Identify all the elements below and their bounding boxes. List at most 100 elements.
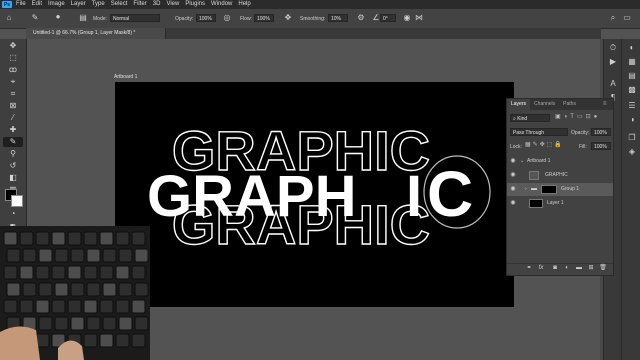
pressure-size-icon[interactable]: ◉ <box>402 13 412 23</box>
character-icon[interactable]: A <box>606 79 620 89</box>
flow-field[interactable]: 100% <box>254 14 274 22</box>
workspace-icon[interactable]: ▭ <box>622 13 632 23</box>
new-layer-icon[interactable]: ⊞ <box>587 264 595 273</box>
layer-row-artboard[interactable]: ◉ ⌄ Artboard 1 <box>507 155 613 168</box>
layer-name: GRAPHIC <box>545 172 568 178</box>
menu-file[interactable]: File <box>16 0 26 9</box>
menu-filter[interactable]: Filter <box>133 0 146 9</box>
background-color-swatch[interactable] <box>11 195 23 207</box>
keyboard-key <box>67 231 82 246</box>
smoothing-settings-icon[interactable]: ⚙ <box>356 13 366 23</box>
visibility-eye-icon[interactable]: ◉ <box>510 155 516 168</box>
angle-field[interactable]: 0° <box>380 14 396 22</box>
blend-mode-dropdown[interactable]: Pass Through <box>510 128 568 136</box>
home-icon[interactable]: ⌂ <box>4 13 14 23</box>
keyboard-key <box>38 248 53 263</box>
mode-dropdown[interactable]: Normal <box>110 14 160 22</box>
graphic-main-text: GRAPH <box>147 164 356 229</box>
menu-help[interactable]: Help <box>238 0 250 9</box>
visibility-eye-icon[interactable]: ◉ <box>510 169 516 182</box>
eyedropper-icon[interactable]: ⁄ <box>3 113 23 123</box>
swatches-icon[interactable]: ▦ <box>625 57 639 67</box>
layer-opacity-field[interactable]: 100% <box>591 128 611 136</box>
search-icon[interactable]: ⌕ <box>608 13 618 23</box>
brush-tool-icon[interactable]: ✎ <box>3 137 23 147</box>
fx-icon[interactable]: fx <box>537 264 545 273</box>
adjustments-icon[interactable]: ◑ <box>625 115 639 125</box>
healing-brush-icon[interactable]: ✚ <box>3 125 23 135</box>
trash-icon[interactable]: 🗑 <box>599 264 607 273</box>
pressure-opacity-icon[interactable]: ◎ <box>222 13 232 23</box>
dodge-tool-icon[interactable]: ◔ <box>3 209 23 219</box>
layer-row-graphic[interactable]: ◉ GRAPHIC <box>507 169 613 182</box>
menu-view[interactable]: View <box>166 0 179 9</box>
keyboard-key <box>19 265 34 280</box>
graphic-letter-c: C <box>427 158 473 230</box>
brush-tool-icon[interactable]: ✎ <box>30 13 40 23</box>
menu-image[interactable]: Image <box>48 0 65 9</box>
layer-mask-thumb[interactable] <box>541 185 557 194</box>
eraser-tool-icon[interactable]: ◧ <box>3 173 23 183</box>
object-select-icon[interactable]: ⌖ <box>3 77 23 87</box>
keyboard-key <box>134 248 149 263</box>
menu-plugins[interactable]: Plugins <box>185 0 205 9</box>
document-tab[interactable]: Untitled-1 @ 66.7% (Group 1, Layer Mask/… <box>26 28 166 39</box>
menu-3d[interactable]: 3D <box>153 0 161 9</box>
layers-panel-icon[interactable]: ◈ <box>625 147 639 157</box>
mask-icon[interactable]: ◙ <box>551 264 559 273</box>
menu-select[interactable]: Select <box>111 0 128 9</box>
keyboard-key <box>131 333 146 348</box>
smoothing-field[interactable]: 10% <box>328 14 348 22</box>
frame-tool-icon[interactable]: ⊠ <box>3 101 23 111</box>
brush-preset-icon[interactable]: ● <box>52 12 64 22</box>
symmetry-icon[interactable]: ⋈ <box>414 13 424 23</box>
fill-field[interactable]: 100% <box>591 142 611 150</box>
visibility-eye-icon[interactable]: ◉ <box>510 183 516 196</box>
menu-edit[interactable]: Edit <box>32 0 42 9</box>
history-brush-icon[interactable]: ↺ <box>3 161 23 171</box>
expand-chevron-icon[interactable]: ⌄ <box>520 155 524 168</box>
artboard[interactable]: GRAPHIC GRAPHIC GRAPH I C <box>115 82 514 307</box>
kind-filter-dropdown[interactable]: ⌕ Kind <box>510 114 550 122</box>
visibility-eye-icon[interactable]: ◉ <box>510 197 516 210</box>
color-icon[interactable]: ◐ <box>625 43 639 53</box>
history-icon[interactable]: ⏱ <box>606 43 620 53</box>
airbrush-icon[interactable]: ✥ <box>283 13 293 23</box>
menu-window[interactable]: Window <box>211 0 232 9</box>
menu-layer[interactable]: Layer <box>71 0 86 9</box>
clone-stamp-icon[interactable]: ⚲ <box>3 149 23 159</box>
brush-settings-icon[interactable]: ▤ <box>78 13 88 23</box>
layers-footer: ⚭ fx ◙ ◐ ▬ ⊞ 🗑 <box>507 263 613 276</box>
expand-chevron-icon[interactable]: › <box>525 183 527 196</box>
artboard-tool-icon[interactable]: ⬚ <box>3 53 23 63</box>
adjustment-icon[interactable]: ◐ <box>563 264 571 273</box>
link-icon[interactable]: ⚭ <box>525 264 533 273</box>
opacity-field[interactable]: 100% <box>196 14 216 22</box>
smoothing-label: Smoothing: <box>300 16 326 22</box>
patterns-icon[interactable]: ▩ <box>625 85 639 95</box>
tab-paths[interactable]: Paths <box>559 99 580 110</box>
lock-icons[interactable]: ▦✎✥⬚🔒 <box>525 141 564 148</box>
lasso-tool-icon[interactable]: ꝏ <box>3 65 23 75</box>
folder-icon[interactable]: ▬ <box>575 264 583 273</box>
tab-channels[interactable]: Channels <box>530 99 559 110</box>
filter-type-icons[interactable]: ▣◑T▭⊡● <box>555 113 600 120</box>
keyboard-key <box>102 282 117 297</box>
libraries-icon[interactable]: ❐ <box>625 133 639 143</box>
properties-icon[interactable]: ☰ <box>625 101 639 111</box>
keyboard-key <box>118 248 133 263</box>
keyboard-key <box>70 316 85 331</box>
keyboard-key <box>115 265 130 280</box>
layer-row-group[interactable]: ◉ › ▬ Group 1 <box>507 183 613 196</box>
panel-menu-icon[interactable]: ≡ <box>603 101 607 107</box>
move-tool-icon[interactable]: ✥ <box>3 41 23 51</box>
hand-left <box>0 326 40 360</box>
menu-type[interactable]: Type <box>92 0 105 9</box>
layer-row-layer1[interactable]: ◉ Layer 1 <box>507 197 613 210</box>
artboard-label[interactable]: Artboard 1 <box>114 74 137 80</box>
keyboard-key <box>35 299 50 314</box>
gradients-icon[interactable]: ▤ <box>625 71 639 81</box>
crop-tool-icon[interactable]: ⌗ <box>3 89 23 99</box>
actions-icon[interactable]: ▶ <box>606 57 620 67</box>
tab-layers[interactable]: Layers <box>507 99 531 110</box>
